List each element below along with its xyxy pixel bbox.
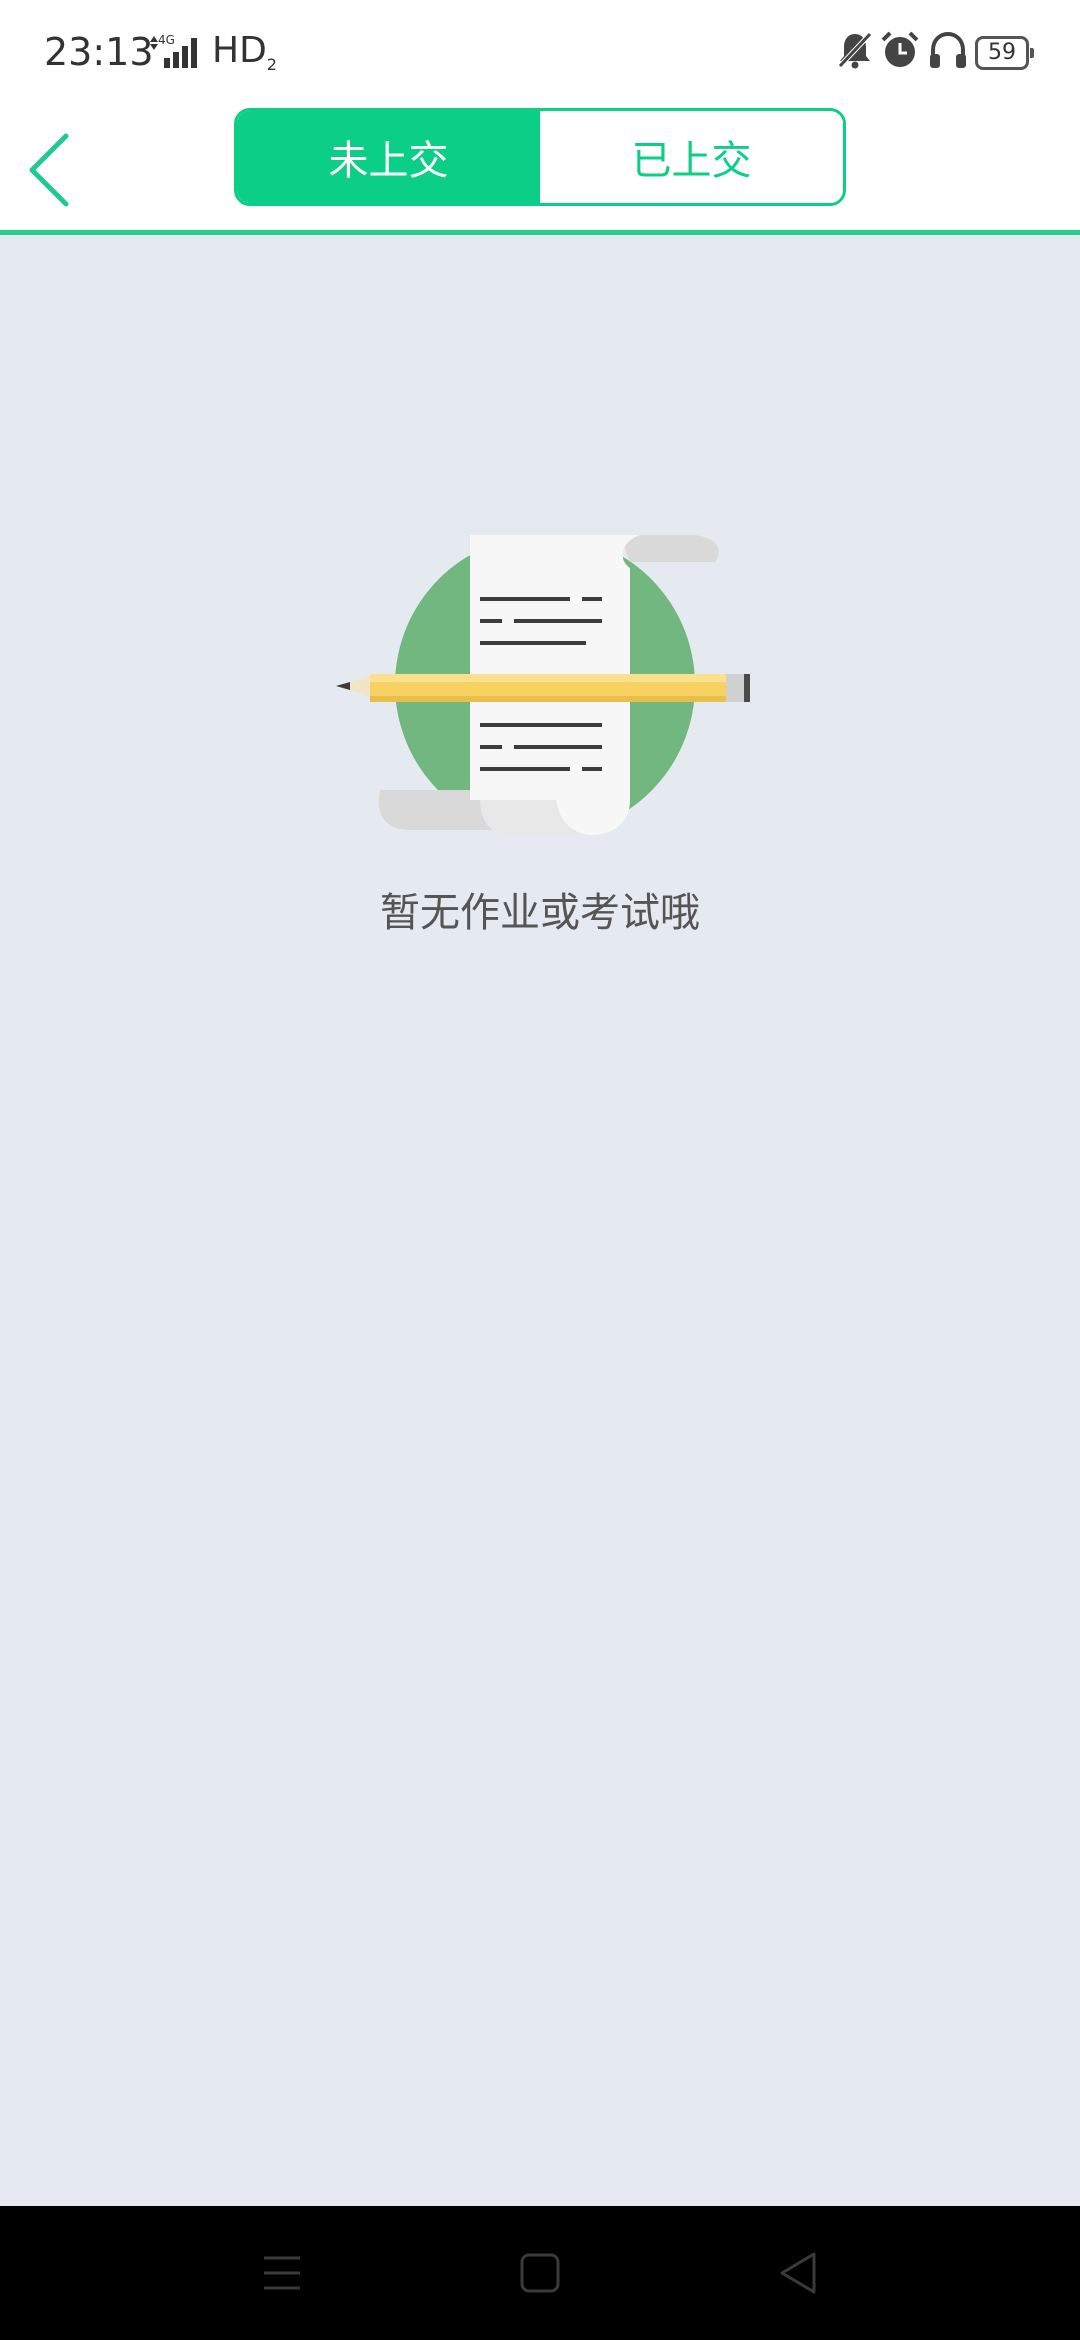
system-nav-bar [0,2206,1080,2340]
header: 未上交 已上交 [0,108,1080,235]
mute-bell-icon [838,32,872,69]
home-icon[interactable] [470,2206,610,2340]
menu-icon[interactable] [212,2206,352,2340]
status-bar: 23:13 4G HD2 59 [0,0,1080,108]
tab-not-submitted[interactable]: 未上交 [237,111,540,203]
battery-indicator: 59 [975,36,1034,70]
submission-tabs: 未上交 已上交 [234,108,846,206]
alarm-icon [881,31,919,67]
tab-submitted[interactable]: 已上交 [540,111,843,203]
headphones-icon [930,31,966,68]
back-triangle-icon[interactable] [728,2206,868,2340]
empty-state-message: 暂无作业或考试哦 [380,890,700,936]
signal-icon: 4G [150,33,197,68]
back-arrow-icon[interactable] [20,120,100,216]
status-time: 23:13 [44,30,154,74]
empty-paper-pencil-illustration [336,535,750,835]
hd-indicator: HD2 [212,30,277,75]
network-type-label: 4G [158,33,175,47]
